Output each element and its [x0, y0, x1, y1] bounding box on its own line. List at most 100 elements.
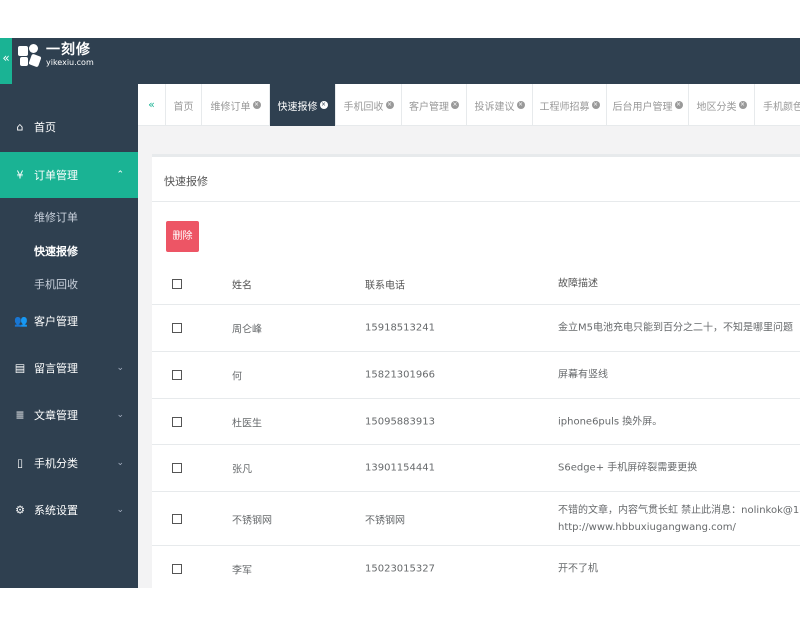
tab-engineer-recruit[interactable]: 工程师招募 ×	[533, 84, 607, 126]
tab-repair-orders[interactable]: 维修订单 ×	[202, 84, 270, 126]
gear-icon: ⚙	[15, 503, 25, 517]
tab-label: 工程师招募	[539, 101, 590, 113]
chevron-down-icon: ⌄	[116, 505, 124, 515]
table-row[interactable]: 周仑峰 15918513241 金立M5电池充电只能到百分之二十，不知是哪里问题	[152, 305, 800, 352]
top-bar: « 一刻修 yikexiu.com	[0, 38, 800, 84]
sidebar-item-messages[interactable]: ▤ 留言管理 ⌄	[0, 345, 138, 391]
sidebar-item-label: 订单管理	[34, 169, 78, 182]
tab-phone-colors[interactable]: 手机颜色	[755, 84, 800, 126]
close-icon[interactable]: ×	[451, 101, 459, 109]
cell-name: 杜医生	[232, 418, 262, 429]
tab-phone-recycle[interactable]: 手机回收 ×	[336, 84, 402, 126]
select-all-checkbox[interactable]	[172, 278, 182, 289]
table-row[interactable]: 张凡 13901154441 S6edge+ 手机屏碎裂需要更换	[152, 445, 800, 492]
tab-label: 首页	[173, 101, 194, 113]
sidebar-collapse-button[interactable]: «	[0, 38, 12, 84]
cell-description-link[interactable]: http://www.hbbuxiugangwang.com/	[558, 519, 800, 536]
table-row[interactable]: 何 15821301966 屏幕有竖线	[152, 352, 800, 399]
tab-label: 后台用户管理	[612, 101, 673, 113]
delete-button[interactable]: 删除	[166, 221, 199, 252]
cell-description: 屏幕有竖线	[558, 369, 608, 381]
tab-admin-users[interactable]: 后台用户管理 ×	[607, 84, 689, 126]
cell-phone: 15821301966	[365, 369, 435, 381]
tab-regions[interactable]: 地区分类 ×	[689, 84, 755, 126]
brand-logo[interactable]: 一刻修 yikexiu.com	[16, 42, 94, 68]
cell-phone: 13901154441	[365, 462, 435, 474]
align-icon: ≣	[15, 408, 25, 422]
yen-icon: ¥	[16, 168, 24, 182]
tab-customers[interactable]: 客户管理 ×	[402, 84, 467, 126]
cell-description: 金立M5电池充电只能到百分之二十，不知是哪里问题	[558, 322, 793, 334]
logo-icon	[16, 42, 42, 68]
sidebar-subitem-repair-orders[interactable]: 维修订单	[34, 209, 78, 225]
sidebar-item-label: 手机分类	[34, 457, 78, 470]
cell-description: iphone6puls 換外屏。	[558, 416, 663, 427]
sidebar-item-articles[interactable]: ≣ 文章管理 ⌄	[0, 392, 138, 438]
sidebar-item-label: 首页	[34, 121, 56, 134]
sidebar-item-home[interactable]: ⌂ 首页	[0, 104, 138, 150]
close-icon[interactable]: ×	[674, 101, 683, 109]
tab-label: 投诉建议	[474, 101, 515, 113]
row-checkbox[interactable]	[172, 370, 182, 380]
row-checkbox[interactable]	[172, 463, 182, 473]
row-checkbox[interactable]	[172, 416, 182, 427]
row-checkbox[interactable]	[172, 513, 182, 524]
tab-label: 手机颜色	[763, 101, 800, 113]
table-row[interactable]: 杜医生 15095883913 iphone6puls 換外屏。	[152, 399, 800, 445]
tab-label: 手机回收	[343, 101, 384, 113]
cell-phone: 不锈钢网	[365, 515, 405, 526]
brand-domain: yikexiu.com	[46, 57, 94, 67]
close-icon[interactable]: ×	[516, 101, 525, 109]
brand-title: 一刻修	[46, 41, 91, 58]
sidebar-item-label: 文章管理	[34, 409, 78, 422]
row-checkbox[interactable]	[172, 564, 182, 574]
sidebar-subitem-phone-recycle[interactable]: 手机回收	[34, 276, 78, 292]
list-icon: ▤	[14, 361, 26, 375]
tab-label: 快速报修	[277, 101, 318, 113]
sidebar-item-label: 留言管理	[34, 362, 78, 375]
cell-description: 不错的文章，内容气贯长虹 禁止此消息：nolinkok@163.com 不 ht…	[558, 502, 800, 536]
sidebar-item-label: 客户管理	[34, 315, 78, 328]
close-icon[interactable]: ×	[252, 101, 261, 109]
divider	[152, 201, 800, 202]
cell-name: 何	[232, 371, 242, 383]
close-icon[interactable]: ×	[591, 101, 600, 109]
close-icon[interactable]: ×	[319, 101, 328, 109]
table-row[interactable]: 不锈钢网 不锈钢网 不错的文章，内容气贯长虹 禁止此消息：nolinkok@16…	[152, 492, 800, 546]
close-icon[interactable]: ×	[738, 101, 747, 109]
content-panel: 快速报修 删除 姓名 联系电话 故障描述 周仑峰 15918513241 金立M…	[152, 154, 800, 588]
cell-name: 张凡	[232, 464, 252, 476]
table-row[interactable]: 李军 15023015327 开不了机	[152, 546, 800, 588]
tab-home[interactable]: 首页	[166, 84, 202, 126]
cell-phone: 15023015327	[365, 563, 435, 575]
tabs-scroll-left-button[interactable]: «	[138, 84, 166, 126]
users-icon: 👥	[14, 314, 28, 328]
brand-text: 一刻修 yikexiu.com	[46, 41, 94, 68]
cell-description: 开不了机	[558, 563, 598, 575]
sidebar-subitem-quick-repair[interactable]: 快速报修	[34, 243, 78, 259]
tab-label: 客户管理	[409, 101, 449, 113]
column-header-phone: 联系电话	[365, 280, 405, 291]
panel-title: 快速报修	[164, 175, 208, 188]
chevron-down-icon: ⌄	[116, 458, 124, 468]
sidebar-item-label: 系统设置	[34, 504, 78, 517]
tab-quick-repair[interactable]: 快速报修 ×	[270, 84, 336, 126]
close-icon[interactable]: ×	[385, 101, 394, 109]
row-checkbox[interactable]	[172, 323, 182, 333]
tab-label: 地区分类	[696, 101, 737, 113]
sidebar-item-phone-categories[interactable]: ▯ 手机分类 ⌄	[0, 440, 138, 486]
sidebar-item-orders[interactable]: ¥ 订单管理 ⌃	[0, 152, 138, 198]
sidebar-item-settings[interactable]: ⚙ 系统设置 ⌄	[0, 487, 138, 533]
tab-strip: « 首页 维修订单 × 快速报修 × 手机回收 × 客户管理 × 投诉建议 × …	[138, 84, 800, 126]
cell-phone: 15095883913	[365, 416, 435, 427]
column-header-name: 姓名	[232, 280, 252, 291]
tab-complaints[interactable]: 投诉建议 ×	[467, 84, 533, 126]
sidebar: ⌂ 首页 ¥ 订单管理 ⌃ 维修订单 快速报修 手机回收 👥 客户管理 ▤ 留言…	[0, 84, 138, 588]
home-icon: ⌂	[16, 120, 24, 134]
cell-name: 不锈钢网	[232, 515, 272, 526]
cell-name: 李军	[232, 565, 252, 577]
tab-label: 维修订单	[210, 101, 251, 113]
sidebar-item-customers[interactable]: 👥 客户管理	[0, 298, 138, 344]
chevron-down-icon: ⌄	[116, 363, 124, 373]
mobile-icon: ▯	[16, 456, 24, 470]
